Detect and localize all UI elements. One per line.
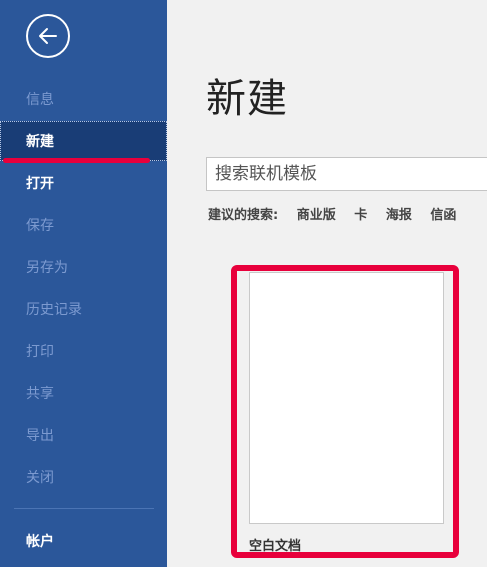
sidebar-item-account[interactable]: 帐户: [0, 521, 167, 561]
sidebar-item-open[interactable]: 打开: [0, 163, 167, 203]
back-button[interactable]: [26, 14, 70, 58]
sidebar-item-history[interactable]: 历史记录: [0, 289, 167, 329]
sidebar-item-close[interactable]: 关闭: [0, 457, 167, 497]
suggested-searches-label: 建议的搜索:: [208, 208, 279, 223]
template-label: 空白文档: [249, 539, 302, 554]
suggested-link-card[interactable]: 卡: [354, 208, 367, 223]
blank-document-template[interactable]: [249, 272, 444, 524]
sidebar-item-label: 帐户: [26, 534, 54, 550]
sidebar-item-info[interactable]: 信息: [0, 79, 167, 119]
sidebar-item-label: 另存为: [26, 260, 68, 276]
sidebar-item-export[interactable]: 导出: [0, 415, 167, 455]
sidebar-item-label: 历史记录: [26, 302, 82, 318]
suggested-link-business[interactable]: 商业版: [297, 208, 336, 223]
sidebar-item-share[interactable]: 共享: [0, 373, 167, 413]
sidebar-item-save[interactable]: 保存: [0, 205, 167, 245]
sidebar-item-label: 打印: [26, 344, 54, 360]
sidebar-item-label: 关闭: [26, 470, 54, 486]
sidebar-item-label: 打开: [26, 176, 54, 192]
back-arrow-icon: [39, 28, 57, 44]
search-templates-input[interactable]: [206, 157, 487, 191]
sidebar-item-label: 导出: [26, 428, 54, 444]
sidebar-item-save-as[interactable]: 另存为: [0, 247, 167, 287]
sidebar-item-label: 信息: [26, 92, 54, 108]
page-title: 新建: [206, 76, 288, 122]
sidebar-item-new[interactable]: 新建: [0, 121, 167, 161]
sidebar-item-label: 新建: [26, 134, 54, 150]
suggested-searches: 建议的搜索: 商业版 卡 海报 信函: [208, 204, 470, 223]
sidebar-item-label: 保存: [26, 218, 54, 234]
suggested-link-poster[interactable]: 海报: [386, 208, 412, 223]
sidebar-item-print[interactable]: 打印: [0, 331, 167, 371]
sidebar-divider: [14, 508, 154, 509]
suggested-link-letter[interactable]: 信函: [430, 208, 456, 223]
annotation-underline: [3, 158, 150, 163]
sidebar-item-label: 共享: [26, 386, 54, 402]
backstage-sidebar: 信息 新建 打开 保存 另存为 历史记录 打印 共享 导出 关闭 帐户: [0, 0, 167, 567]
